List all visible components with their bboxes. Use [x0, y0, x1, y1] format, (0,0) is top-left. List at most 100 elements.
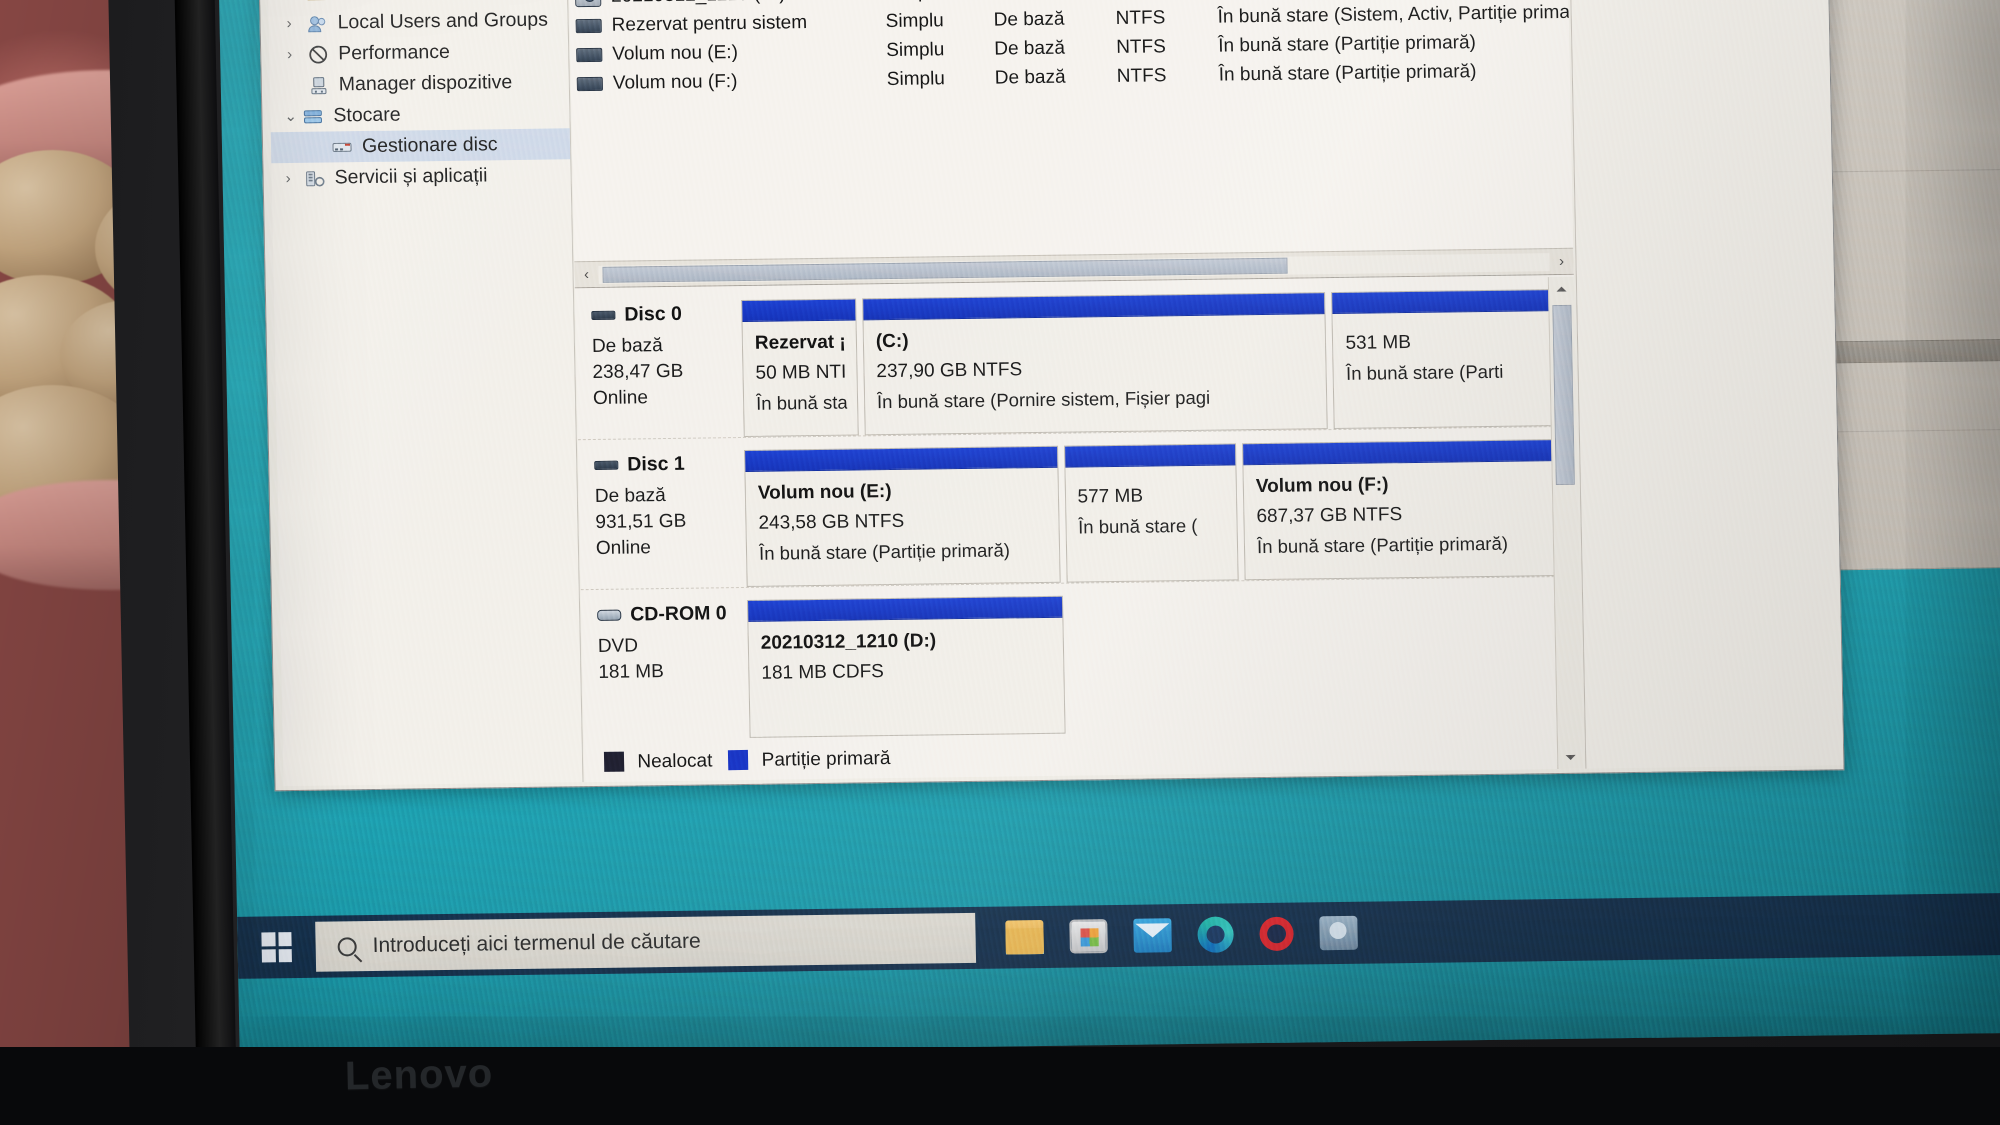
cdrom-icon	[597, 609, 622, 621]
taskbar[interactable]: Introduceți aici termenul de căutare	[237, 892, 2000, 979]
volume-label: Volum nou (F:)	[612, 70, 738, 94]
legend-label: Partiție primară	[761, 748, 891, 771]
screenshot-photo: Căutare Documente Muzică Volum nou (E:) …	[0, 0, 2000, 1125]
disk-state: Online	[592, 386, 649, 409]
disk-info-disc-0: Disc 0 De bază 238,47 GB Online	[591, 300, 744, 439]
actions-pane[interactable]: Gestionare disc ▲ Mai multe acțiuni ▶	[1568, 0, 1844, 769]
volume-type: De bază	[994, 66, 1066, 89]
partition-status: În bună stare (Parti	[1345, 360, 1504, 384]
shared-folders-icon	[306, 0, 328, 2]
file-explorer-icon[interactable]	[1005, 919, 1044, 955]
legend-swatch-unallocated	[603, 751, 625, 772]
disk-row-disc-0[interactable]: Disc 0 De bază 238,47 GB Online Rezervat…	[574, 276, 1577, 441]
console-tree-pane[interactable]: › Event Viewer › Shared Folders ›	[267, 0, 584, 787]
partition-size: 577 MB	[1077, 485, 1144, 508]
tree-item-manager-dispozitive[interactable]: Manager dispozitive	[270, 66, 570, 101]
volume-icon	[576, 47, 603, 62]
disk-row-cdrom-0[interactable]: CD-ROM 0 DVD 181 MB 20210312_1210 (D:) 1…	[581, 577, 1583, 740]
partition-size: 687,37 GB NTFS	[1256, 504, 1403, 528]
volume-layout: Simplu	[886, 38, 945, 61]
volume-name-cell: 20210312_1210 (D:)	[574, 0, 885, 8]
partition-block[interactable]: Volum nou (F:) 687,37 GB NTFS În bună st…	[1242, 438, 1566, 581]
performance-icon	[307, 44, 329, 64]
chevron-right-icon[interactable]: ›	[287, 46, 292, 63]
chevron-right-icon[interactable]: ›	[285, 170, 290, 187]
mail-icon[interactable]	[1133, 918, 1172, 953]
chevron-right-icon[interactable]: ›	[286, 15, 291, 32]
partition-name: Volum nou (E:)	[757, 480, 892, 504]
disk-type: De bază	[594, 485, 666, 507]
storage-icon	[302, 106, 324, 126]
partition-strip-disc-1: Volum nou (E:) 243,58 GB NTFS În bună st…	[744, 438, 1580, 587]
tree-item-label: Gestionare disc	[361, 133, 498, 158]
disk-management-main-pane: (Disc 0 partiție 3) Simplu De bază În bu…	[567, 0, 1584, 783]
disk-icon	[591, 310, 616, 321]
volume-layout: Simplu	[886, 67, 946, 90]
tree-item-label: Manager dispozitive	[338, 71, 513, 96]
microsoft-store-icon[interactable]	[1069, 919, 1108, 954]
users-groups-icon	[306, 13, 328, 33]
app-icon[interactable]	[1319, 915, 1358, 951]
disk-icon	[594, 460, 619, 470]
disk-name: Disc 1	[627, 452, 685, 476]
volume-name-cell: Volum nou (E:)	[576, 40, 886, 66]
partition-block[interactable]: 577 MB În bună stare (	[1063, 443, 1239, 583]
partition-size: 50 MB NTI	[755, 361, 847, 384]
disk-row-disc-1[interactable]: Disc 1 De bază 931,51 GB Online Volum no…	[577, 426, 1580, 591]
scroll-right-icon[interactable]: ›	[1549, 253, 1573, 270]
tree-item-label: Local Users and Groups	[337, 8, 549, 34]
tree-item-servicii-si-aplicatii[interactable]: › Servicii și aplicații	[271, 159, 571, 194]
disk-capacity: 181 MB	[598, 660, 665, 683]
legend-item-primary-partition: Partiție primară	[728, 748, 891, 772]
tree-item-local-users-and-groups[interactable]: › Local Users and Groups	[268, 4, 568, 39]
scroll-left-icon[interactable]: ‹	[574, 266, 598, 283]
partition-block[interactable]: 20210312_1210 (D:) 181 MB CDFS	[746, 595, 1066, 738]
device-manager-icon	[308, 75, 330, 95]
partition-size: 237,90 GB NTFS	[876, 359, 1023, 383]
volume-layout: Simplu	[885, 0, 993, 4]
volume-icon	[575, 18, 602, 33]
opera-browser-icon[interactable]	[1259, 916, 1294, 952]
legend-label: Nealocat	[637, 750, 713, 773]
volume-type: De bază	[994, 37, 1066, 60]
volume-list-table[interactable]: (Disc 0 partiție 3) Simplu De bază În bu…	[567, 0, 1574, 289]
disk-capacity: 238,47 GB	[592, 360, 684, 383]
partition-block[interactable]: Volum nou (E:) 243,58 GB NTFS În bună st…	[744, 445, 1061, 587]
scroll-thumb[interactable]	[1552, 304, 1575, 486]
taskbar-search-input[interactable]: Introduceți aici termenul de căutare	[315, 912, 977, 972]
volume-name-cell: Volum nou (F:)	[576, 69, 887, 95]
partition-block[interactable]: 531 MB În bună stare (Parti	[1331, 288, 1563, 430]
disk-info-disc-1: Disc 1 De bază 931,51 GB Online	[594, 450, 747, 589]
search-icon	[337, 936, 357, 956]
volume-name-cell: Rezervat pentru sistem	[575, 11, 885, 37]
partition-block[interactable]: (C:) 237,90 GB NTFS În bună stare (Porni…	[862, 292, 1329, 436]
start-button[interactable]	[237, 916, 316, 979]
partition-block[interactable]: Rezervat ¡ 50 MB NTI În bună sta	[741, 298, 859, 437]
volume-status: În bună stare (Partiție primară)	[1218, 60, 1477, 86]
volume-filesystem: NTFS	[1116, 35, 1167, 58]
scroll-down-icon[interactable]: ⏷	[1558, 745, 1583, 769]
scroll-thumb[interactable]	[602, 257, 1288, 283]
volume-status: În bună stare (Sistem, Activ, Partiție p…	[1217, 1, 1574, 28]
partition-legend: Nealocat Partiție primară	[603, 748, 891, 774]
partition-name: (C:)	[875, 330, 909, 353]
partition-empty-space	[1069, 589, 1569, 734]
partition-status: În bună stare (	[1077, 514, 1198, 538]
legend-item-unallocated: Nealocat	[603, 750, 713, 773]
edge-browser-icon[interactable]	[1197, 916, 1234, 953]
partition-status: În bună stare (Partiție primară)	[758, 539, 1011, 564]
partition-size: 243,58 GB NTFS	[758, 510, 905, 534]
partition-status: În bună stare (Partiție primară)	[1256, 532, 1509, 558]
tree-item-gestionare-disc[interactable]: Gestionare disc	[270, 128, 571, 164]
tree-item-label: Performance	[337, 40, 451, 65]
partition-size: 531 MB	[1345, 331, 1412, 354]
tree-item-stocare[interactable]: ⌄ Stocare	[270, 97, 570, 132]
services-apps-icon	[303, 168, 325, 188]
disk-management-window[interactable]: › Event Viewer › Shared Folders ›	[254, 0, 1845, 792]
laptop-screen: Căutare Documente Muzică Volum nou (E:) …	[218, 0, 2000, 1057]
partition-name: Rezervat ¡	[754, 331, 846, 354]
graphical-disk-view[interactable]: Disc 0 De bază 238,47 GB Online Rezervat…	[574, 276, 1584, 783]
scroll-up-icon[interactable]: ⏶	[1549, 277, 1574, 301]
chevron-down-icon[interactable]: ⌄	[284, 108, 297, 125]
tree-item-performance[interactable]: › Performance	[269, 35, 569, 70]
